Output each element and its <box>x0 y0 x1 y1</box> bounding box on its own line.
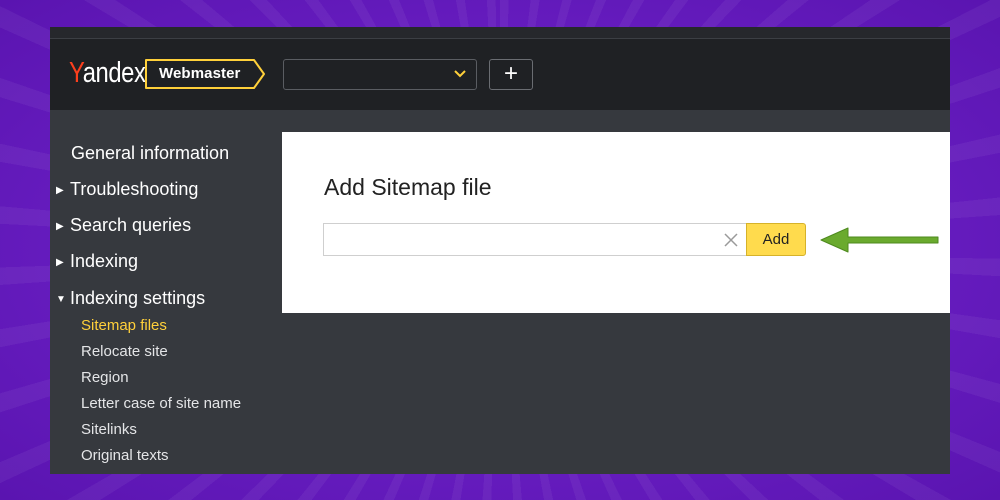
add-button[interactable]: Add <box>746 223 806 256</box>
close-icon[interactable] <box>723 232 739 248</box>
sidebar-subitem-letter-case[interactable]: Letter case of site name <box>81 394 241 414</box>
triangle-right-icon: ▶ <box>56 185 64 196</box>
triangle-right-icon: ▶ <box>56 221 64 232</box>
site-selector[interactable] <box>283 59 477 90</box>
sidebar-subitem-original-texts[interactable]: Original texts <box>81 446 169 466</box>
sitemap-url-input[interactable] <box>323 223 747 256</box>
chevron-down-icon <box>454 70 466 78</box>
top-strip <box>50 27 950 39</box>
add-site-button[interactable]: + <box>489 59 533 90</box>
sidebar-subitem-region[interactable]: Region <box>81 368 129 388</box>
arrow-left-icon <box>820 227 939 253</box>
sidebar-subitem-relocate-site[interactable]: Relocate site <box>81 342 168 362</box>
header-bar: Yandex Webmaster + <box>50 39 950 110</box>
service-tag-label: Webmaster <box>159 65 241 82</box>
sidebar-item-general-information[interactable]: General information <box>71 140 229 166</box>
yandex-logo[interactable]: Yandex <box>69 53 146 93</box>
webmaster-window: Yandex Webmaster + General information ▶… <box>50 27 950 474</box>
sidebar-item-search-queries[interactable]: ▶ Search queries <box>56 212 191 238</box>
webmaster-service-tag[interactable]: Webmaster <box>144 58 266 90</box>
sidebar-item-indexing-settings[interactable]: ▼ Indexing settings <box>56 285 205 311</box>
triangle-right-icon: ▶ <box>56 257 64 268</box>
triangle-down-icon: ▼ <box>56 294 66 305</box>
sidebar-item-indexing[interactable]: ▶ Indexing <box>56 248 138 274</box>
sidebar-subitem-sitemap-files[interactable]: Sitemap files <box>81 316 167 336</box>
sidebar-subitem-sitelinks[interactable]: Sitelinks <box>81 420 137 440</box>
sidebar-item-troubleshooting[interactable]: ▶ Troubleshooting <box>56 176 198 202</box>
sitemap-panel: Add Sitemap file Add <box>282 132 950 313</box>
page-title: Add Sitemap file <box>324 174 492 200</box>
